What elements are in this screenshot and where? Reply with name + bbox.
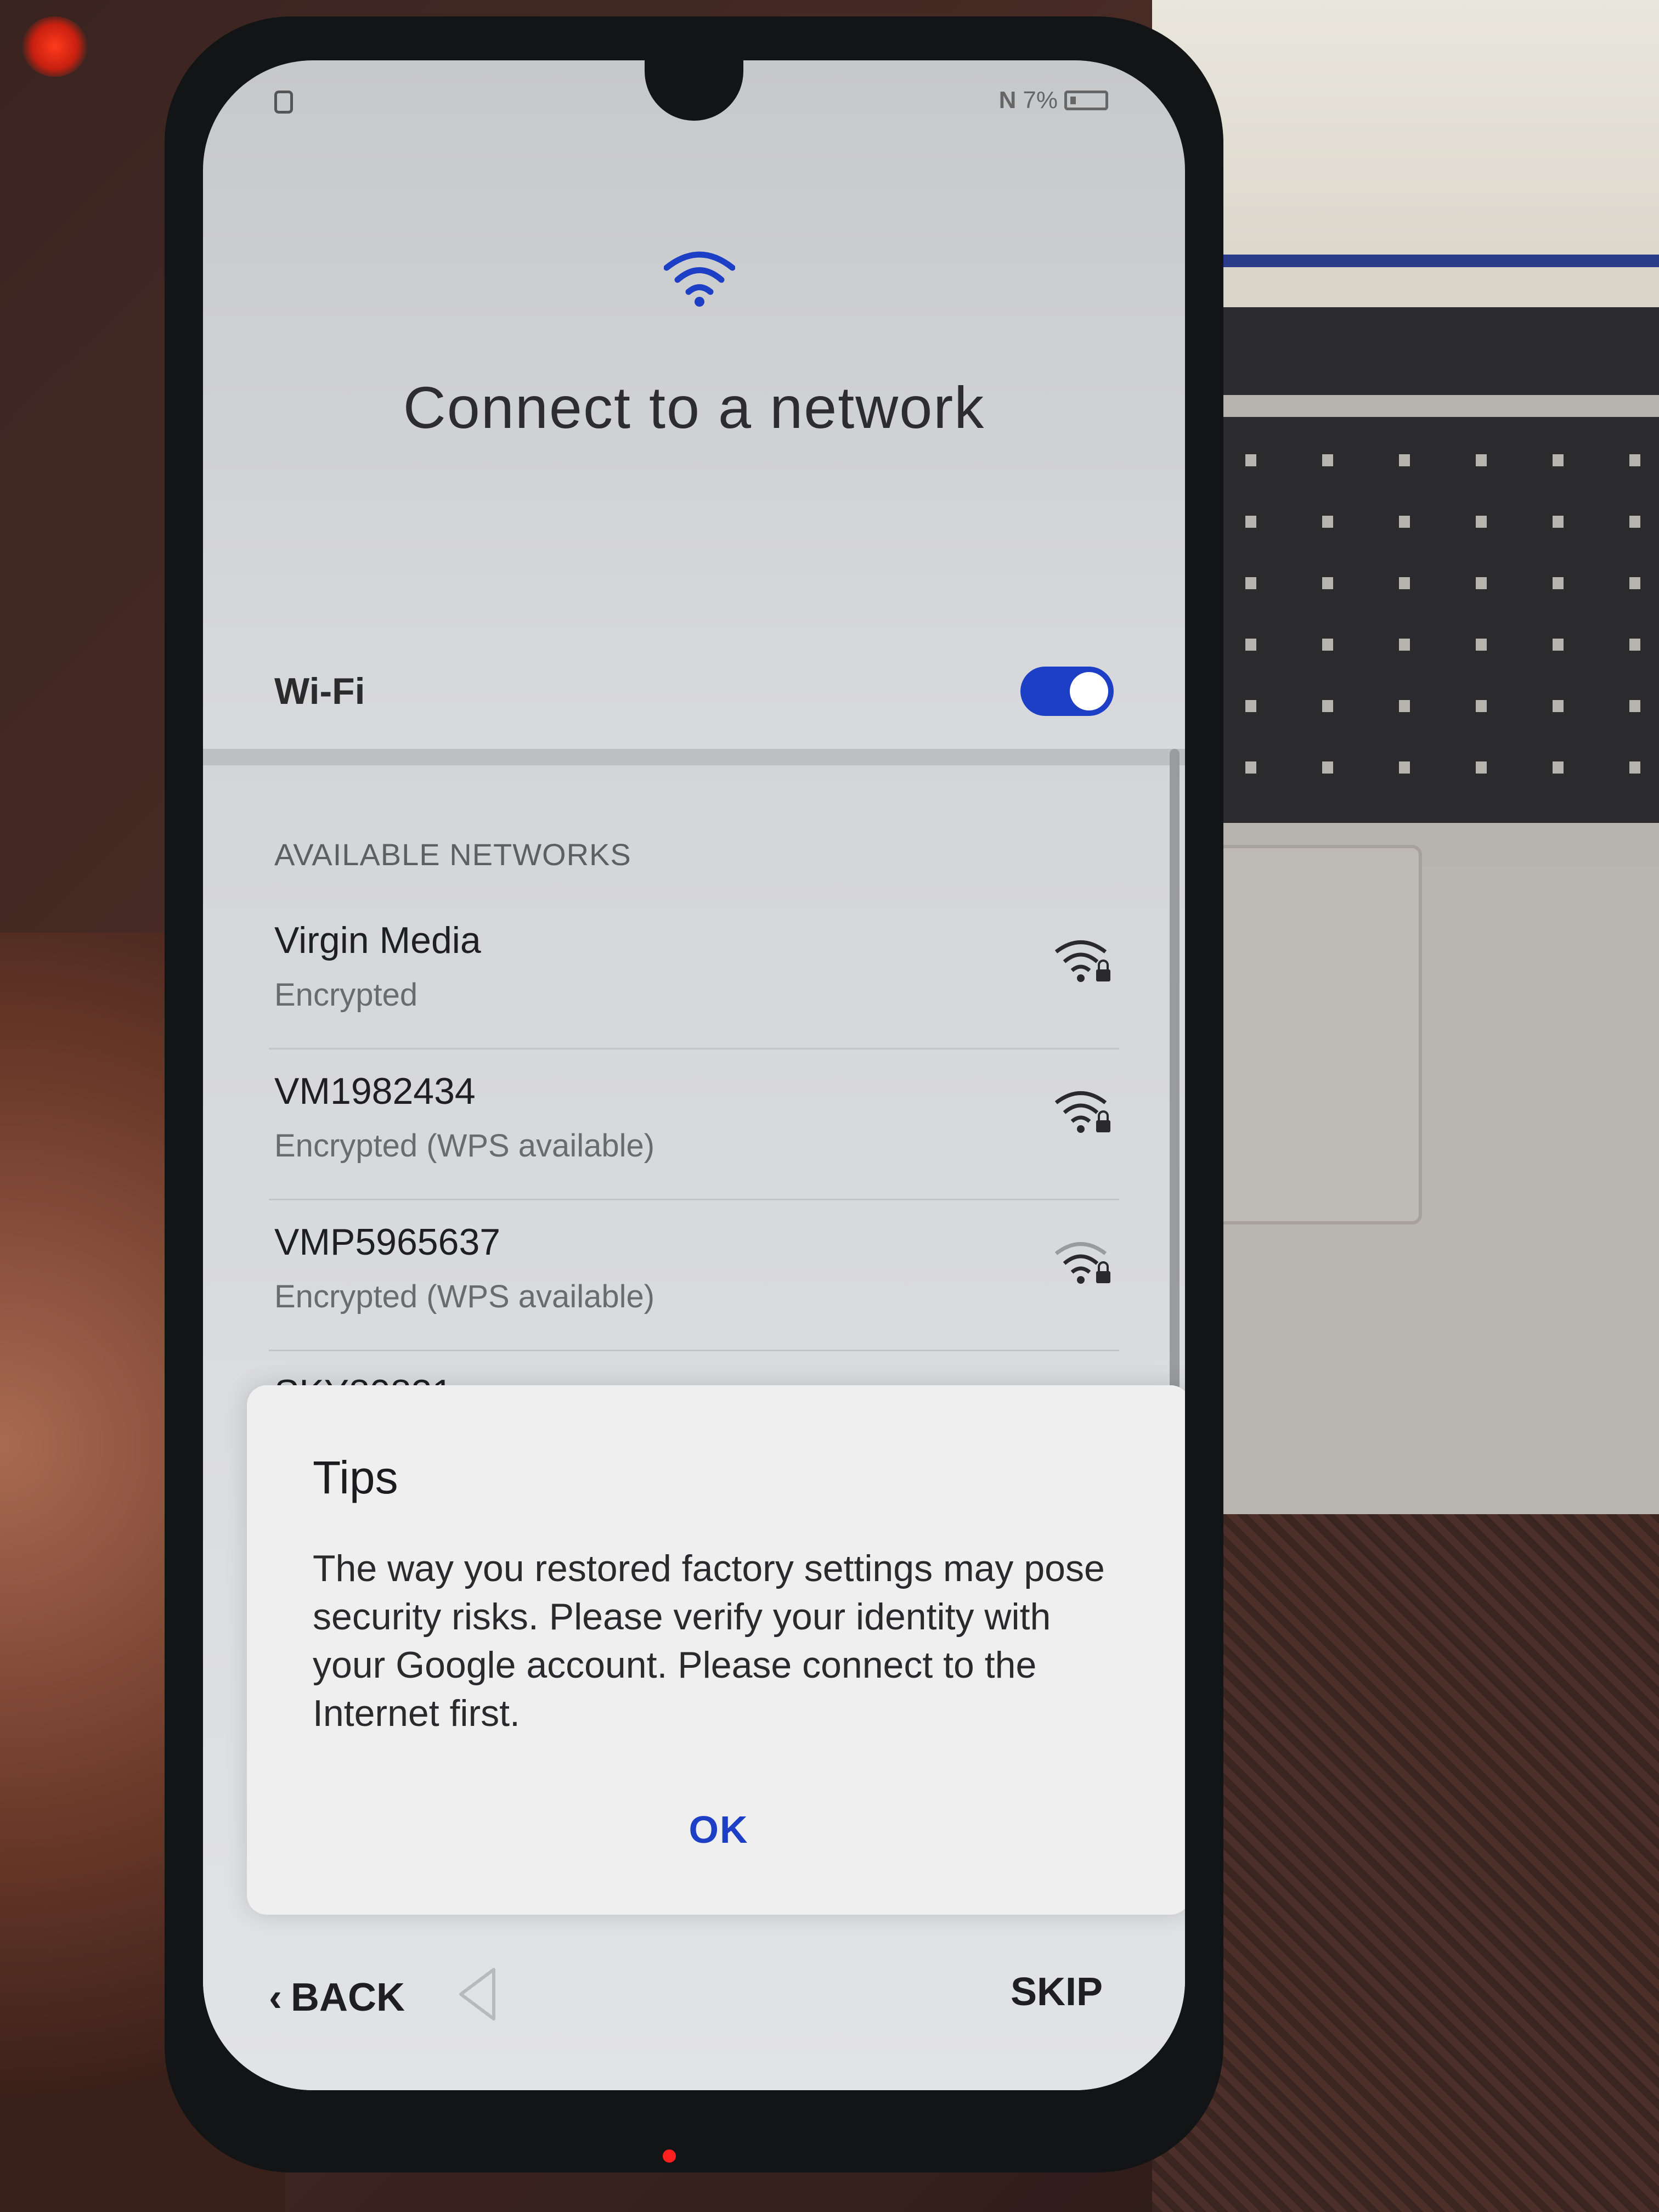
available-networks-label: AVAILABLE NETWORKS <box>274 837 631 872</box>
tips-dialog: Tips The way you restored factory settin… <box>247 1385 1185 1915</box>
network-status: Encrypted (WPS available) <box>274 1279 655 1314</box>
camera-notch <box>645 60 743 121</box>
wifi-lock-icon <box>1054 1091 1110 1133</box>
skip-button[interactable]: SKIP <box>1011 1970 1103 2015</box>
network-item[interactable]: Virgin Media Encrypted <box>269 897 1119 1049</box>
battery-icon <box>1064 91 1108 110</box>
system-back-icon[interactable] <box>455 1964 499 2024</box>
background-trackpad <box>1196 845 1422 1224</box>
page-title: Connect to a network <box>403 374 985 441</box>
phone-device: N 7% Connect to a network Wi-Fi AVAILABL… <box>165 16 1223 2172</box>
network-item[interactable]: VM1982434 Encrypted (WPS available) <box>269 1048 1119 1200</box>
wifi-toggle-label: Wi-Fi <box>274 670 365 712</box>
network-item[interactable]: VMP5965637 Encrypted (WPS available) <box>269 1199 1119 1351</box>
wifi-toggle-row[interactable]: Wi-Fi <box>252 642 1136 741</box>
background-carpet <box>1152 1514 1659 2212</box>
dialog-body: The way you restored factory settings ma… <box>313 1548 1105 1734</box>
network-name: VM1982434 <box>274 1070 476 1112</box>
wifi-lock-icon <box>1054 1242 1110 1284</box>
background-red-light <box>22 16 88 77</box>
nfc-icon: N <box>998 87 1017 114</box>
back-button[interactable]: ‹ BACK <box>269 1975 405 2020</box>
toggle-knob <box>1070 672 1108 710</box>
network-name: Virgin Media <box>274 919 481 961</box>
background-laptop-screen <box>1152 0 1659 318</box>
wifi-toggle-switch[interactable] <box>1020 667 1114 716</box>
section-divider <box>203 749 1185 765</box>
sim-icon <box>274 91 293 114</box>
battery-percentage: 7% <box>1023 87 1058 114</box>
phone-screen: N 7% Connect to a network Wi-Fi AVAILABL… <box>203 60 1185 2090</box>
dialog-title: Tips <box>313 1452 398 1503</box>
back-button-label: BACK <box>290 1976 405 2019</box>
ok-button[interactable]: OK <box>247 1808 1185 1852</box>
wifi-lock-icon <box>1054 940 1110 982</box>
status-bar-right: N 7% <box>999 87 1108 114</box>
scrollbar[interactable] <box>1170 749 1180 1407</box>
background-laptop-bezel <box>1152 307 1659 395</box>
bottom-navigation-bar: ‹ BACK SKIP <box>203 1904 1185 2090</box>
background-keys <box>1180 417 1659 823</box>
charging-led <box>663 2149 676 2163</box>
network-name: VMP5965637 <box>274 1221 501 1263</box>
network-status: Encrypted <box>274 977 418 1013</box>
chevron-left-icon: ‹ <box>269 1976 282 2019</box>
network-status: Encrypted (WPS available) <box>274 1128 655 1164</box>
wifi-icon <box>664 251 735 307</box>
